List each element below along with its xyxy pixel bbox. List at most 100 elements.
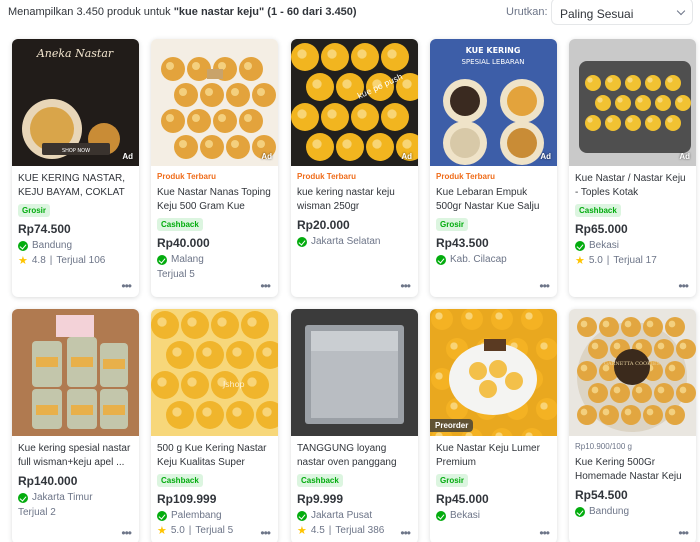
more-options-icon[interactable]: ••• — [260, 527, 271, 539]
location-text: Jakarta Timur — [32, 492, 93, 503]
product-card[interactable]: Jshop 500 g Kue Kering Nastar Keju Kualit… — [151, 309, 278, 542]
rating-value: 4.5 — [310, 525, 325, 536]
product-image[interactable]: Ad — [569, 39, 696, 166]
official-shop-icon — [436, 254, 446, 265]
more-options-icon[interactable]: ••• — [121, 527, 132, 539]
product-info: Produk Terbaru kue kering nastar keju wis… — [291, 166, 418, 247]
product-image[interactable]: Ad — [151, 39, 278, 166]
sold-count: Terjual 17 — [613, 255, 657, 266]
image-sub-text: SHOP NOW — [62, 148, 90, 154]
product-card[interactable]: Ad Produk Terbaru Kue Nastar Nanas Toping … — [151, 39, 278, 297]
shop-location: Kab. Cilacap — [436, 254, 551, 265]
shop-location: Bandung — [575, 506, 690, 517]
chevron-down-icon — [676, 6, 686, 16]
location-text: Malang — [171, 254, 204, 265]
location-text: Jakarta Pusat — [311, 510, 373, 521]
cashback-badge: Cashback — [297, 474, 343, 487]
more-options-icon[interactable]: ••• — [678, 280, 689, 292]
product-image[interactable]: kue po push Ad — [291, 39, 418, 166]
location-text: Jakarta Selatan — [311, 236, 381, 247]
more-options-icon[interactable]: ••• — [121, 280, 132, 292]
product-name[interactable]: Kue kering spesial nastar full wisman+ke… — [18, 442, 133, 470]
product-card[interactable]: kue po push Ad Produk Terbaru kue kering na… — [291, 39, 418, 297]
rating-row: ★ 4.8 | Terjual 106 — [18, 255, 133, 266]
product-name[interactable]: Kue Nastar Keju Lumer Premium — [436, 442, 551, 470]
unit-price: Rp10.900/100 g — [575, 442, 632, 451]
star-icon: ★ — [157, 524, 167, 537]
sold-count: Terjual 2 — [18, 507, 56, 518]
product-card[interactable]: TANGGUNG loyang nastar oven panggang ser… — [291, 309, 418, 542]
more-options-icon[interactable]: ••• — [260, 280, 271, 292]
product-card[interactable]: Kue kering spesial nastar full wisman+ke… — [12, 309, 139, 542]
image-title-text: Aneka Nastar — [36, 47, 114, 60]
ad-label: Ad — [122, 152, 133, 161]
image-title-text: KUE KERING — [466, 46, 521, 55]
rating-separator: | — [606, 255, 610, 266]
product-card[interactable]: Ad Kue Nastar / Nastar Keju - Toples Kota… — [569, 39, 696, 297]
shop-location: Bekasi — [436, 510, 551, 521]
rating-value: 4.8 — [31, 255, 46, 266]
product-name[interactable]: KUE KERING NASTAR, KEJU BAYAM, COKLAT ME… — [18, 172, 133, 200]
product-name[interactable]: Kue Lebaran Empuk 500gr Nastar Kue Salju… — [436, 186, 551, 214]
preorder-badge: Preorder — [430, 419, 474, 432]
product-price: Rp40.000 — [157, 236, 210, 250]
product-image[interactable]: Jshop — [151, 309, 278, 436]
grosir-badge: Grosir — [18, 204, 51, 217]
product-image[interactable] — [291, 309, 418, 436]
shop-location: Jakarta Selatan — [297, 236, 412, 247]
official-shop-icon — [436, 510, 446, 521]
sort-dropdown[interactable]: Paling Sesuai — [551, 0, 693, 25]
more-options-icon[interactable]: ••• — [400, 527, 411, 539]
rating-value: 5.0 — [170, 525, 185, 536]
shop-location: Bandung — [18, 240, 133, 251]
location-text: Bandung — [32, 240, 73, 251]
product-image[interactable]: Aneka Nastar SHOP NOW Ad — [12, 39, 139, 166]
sort-label: Urutkan: — [506, 6, 548, 18]
product-image[interactable] — [12, 309, 139, 436]
grosir-badge: Grosir — [436, 474, 469, 487]
more-options-icon[interactable]: ••• — [400, 280, 411, 292]
ad-label: Ad — [540, 152, 551, 161]
product-name[interactable]: Kue Kering 500Gr Homemade Nastar Keju ..… — [575, 456, 690, 484]
more-options-icon[interactable]: ••• — [678, 527, 689, 539]
cashback-badge: Cashback — [157, 474, 203, 487]
cashback-badge: Cashback — [157, 218, 203, 231]
ad-label: Ad — [679, 152, 690, 161]
product-name[interactable]: TANGGUNG loyang nastar oven panggang ser… — [297, 442, 412, 470]
rating-row: ★ 4.5 | Terjual 386 — [297, 525, 412, 536]
cashback-badge: Cashback — [575, 204, 621, 217]
product-name[interactable]: 500 g Kue Kering Nastar Keju Kualitas Su… — [157, 442, 272, 470]
ad-label: Ad — [261, 152, 272, 161]
shop-location: Jakarta Timur — [18, 492, 133, 503]
product-name[interactable]: Kue Nastar / Nastar Keju - Toples Kotak — [575, 172, 690, 200]
official-shop-icon — [575, 240, 585, 251]
rating-separator: | — [188, 525, 192, 536]
product-card[interactable]: Aneka Nastar SHOP NOW Ad KUE KERING NASTAR,… — [12, 39, 139, 297]
product-price: Rp74.500 — [18, 222, 71, 236]
product-info: KUE KERING NASTAR, KEJU BAYAM, COKLAT ME… — [12, 166, 139, 266]
product-card[interactable]: KUE KERING SPESIAL LEBARAN Ad Produk Terbar… — [430, 39, 557, 297]
product-image[interactable]: KUE KERING SPESIAL LEBARAN Ad — [430, 39, 557, 166]
result-summary: Menampilkan 3.450 produk untuk "kue nast… — [8, 6, 357, 18]
location-text: Bekasi — [589, 240, 620, 251]
product-name[interactable]: kue kering nastar keju wisman 250gr — [297, 186, 412, 214]
more-options-icon[interactable]: ••• — [539, 527, 550, 539]
official-shop-icon — [18, 240, 28, 251]
product-card[interactable]: Preorder Kue Nastar Keju Lumer Premium Gro… — [430, 309, 557, 542]
location-text: Palembang — [171, 510, 222, 521]
official-shop-icon — [157, 510, 167, 521]
product-name[interactable]: Kue Nastar Nanas Toping Keju 500 Gram Ku… — [157, 186, 272, 214]
more-options-icon[interactable]: ••• — [539, 280, 550, 292]
product-price: Rp20.000 — [297, 218, 350, 232]
product-info: Kue Nastar Keju Lumer Premium Grosir Rp45.… — [430, 436, 557, 521]
star-icon: ★ — [297, 524, 307, 537]
product-image[interactable]: Preorder — [430, 309, 557, 436]
product-image[interactable]: GARNETTA COOKIES — [569, 309, 696, 436]
shop-location: Palembang — [157, 510, 272, 521]
sold-count: Terjual 106 — [56, 255, 106, 266]
rating-separator: | — [328, 525, 332, 536]
summary-range-close: ) — [352, 6, 357, 18]
location-text: Kab. Cilacap — [450, 254, 507, 265]
product-card[interactable]: GARNETTA COOKIES Rp10.900/100 g Kue Kering… — [569, 309, 696, 542]
sold-count: Terjual 5 — [195, 525, 234, 536]
